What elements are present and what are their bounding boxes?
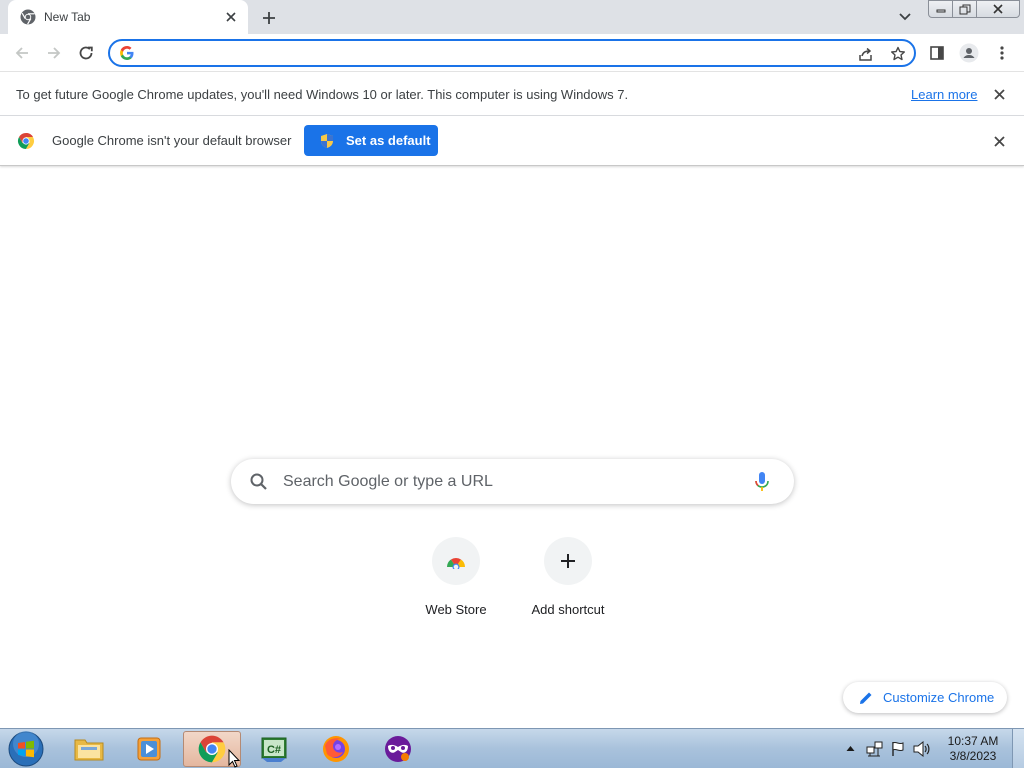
update-infobar-close-button[interactable] — [991, 86, 1007, 102]
default-browser-text: Google Chrome isn't your default browser — [52, 133, 292, 148]
pencil-icon — [860, 692, 872, 704]
taskbar-csharp-app[interactable]: C# — [245, 731, 303, 767]
set-as-default-label: Set as default — [346, 133, 431, 148]
minimize-icon — [936, 9, 945, 13]
learn-more-link[interactable]: Learn more — [911, 87, 977, 102]
update-infobar-text: To get future Google Chrome updates, you… — [16, 87, 629, 102]
window-close-button[interactable] — [976, 0, 1020, 18]
folder-icon — [74, 739, 104, 761]
restore-icon — [959, 4, 970, 14]
shortcut-label: Add shortcut — [531, 602, 605, 617]
uac-shield-icon — [321, 133, 333, 148]
shortcut-icon-circle — [432, 537, 480, 585]
shortcut-web-store[interactable]: Web Store — [400, 537, 512, 627]
show-desktop-button[interactable] — [1012, 729, 1024, 768]
toolbar — [0, 34, 1024, 72]
chrome-logo-icon — [198, 735, 226, 763]
tab-title: New Tab — [44, 10, 91, 24]
new-tab-button[interactable] — [258, 7, 280, 29]
customize-chrome-label: Customize Chrome — [883, 690, 995, 705]
windows-start-orb-icon — [8, 731, 44, 767]
close-icon — [993, 88, 1005, 100]
taskbar-media-player[interactable] — [120, 731, 178, 767]
plus-icon — [561, 554, 575, 568]
web-store-icon — [446, 557, 465, 569]
close-icon — [226, 12, 236, 22]
customize-chrome-button[interactable]: Customize Chrome — [843, 682, 1007, 713]
media-player-icon — [137, 737, 161, 761]
clock-time: 10:37 AM — [947, 734, 999, 748]
chrome-menu-button[interactable] — [990, 41, 1014, 65]
maximize-button[interactable] — [952, 0, 977, 18]
chevron-down-icon — [899, 13, 911, 21]
minimize-button[interactable] — [928, 0, 953, 18]
taskbar-firefox[interactable] — [307, 731, 365, 767]
close-icon — [993, 135, 1005, 147]
update-infobar: To get future Google Chrome updates, you… — [0, 72, 1024, 116]
shortcut-icon-circle — [544, 537, 592, 585]
share-icon — [859, 47, 872, 61]
bookmark-star-icon — [891, 46, 905, 61]
forward-button[interactable] — [42, 41, 66, 65]
chrome-logo-icon — [17, 133, 35, 149]
kebab-menu-icon — [1000, 46, 1004, 60]
default-infobar-close-button[interactable] — [991, 133, 1007, 149]
omnibox-input[interactable] — [142, 43, 842, 63]
shortcut-add[interactable]: Add shortcut — [512, 537, 624, 627]
clock-date: 3/8/2023 — [949, 749, 997, 763]
start-button[interactable] — [6, 731, 46, 767]
default-browser-infobar: Google Chrome isn't your default browser… — [0, 116, 1024, 166]
firefox-icon — [323, 736, 349, 762]
omnibox[interactable] — [108, 39, 916, 67]
tab-search-button[interactable] — [894, 8, 916, 26]
set-as-default-button[interactable]: Set as default — [304, 125, 438, 156]
action-center-flag-icon[interactable] — [890, 741, 906, 757]
svg-text:C#: C# — [267, 744, 281, 756]
volume-icon[interactable] — [913, 741, 931, 757]
forward-arrow-icon — [48, 47, 61, 59]
tray-expand-icon[interactable] — [846, 745, 855, 752]
tab-close-button[interactable] — [222, 8, 240, 26]
bookmark-button[interactable] — [888, 44, 908, 64]
microphone-icon[interactable] — [753, 471, 771, 493]
search-icon — [250, 473, 267, 490]
mask-app-icon — [385, 736, 411, 762]
tab-strip: New Tab — [0, 0, 1024, 34]
chrome-icon — [20, 9, 36, 25]
share-button[interactable] — [856, 44, 876, 64]
reload-icon — [79, 46, 93, 60]
csharp-icon: C# — [261, 737, 287, 762]
back-arrow-icon — [15, 47, 28, 59]
mouse-cursor-icon — [228, 749, 240, 768]
shortcut-label: Web Store — [425, 602, 487, 617]
taskbar-file-explorer[interactable] — [60, 731, 118, 767]
tab-new-tab[interactable]: New Tab — [8, 0, 248, 34]
taskbar-clock[interactable]: 10:37 AM 3/8/2023 — [940, 734, 1006, 764]
google-g-icon — [120, 46, 134, 60]
taskbar-privacy-app[interactable] — [369, 731, 427, 767]
back-button[interactable] — [10, 41, 34, 65]
ntp-search-box[interactable]: Search Google or type a URL — [231, 459, 794, 504]
side-panel-icon — [930, 46, 944, 60]
reload-button[interactable] — [74, 41, 98, 65]
side-panel-button[interactable] — [925, 41, 949, 65]
taskbar: C# 10:37 AM 3/8/2023 — [0, 728, 1024, 768]
profile-icon — [959, 43, 979, 63]
close-icon — [993, 4, 1003, 14]
profile-button[interactable] — [957, 41, 981, 65]
plus-icon — [263, 12, 275, 24]
ntp-search-placeholder: Search Google or type a URL — [283, 473, 493, 490]
network-icon[interactable] — [866, 741, 884, 757]
